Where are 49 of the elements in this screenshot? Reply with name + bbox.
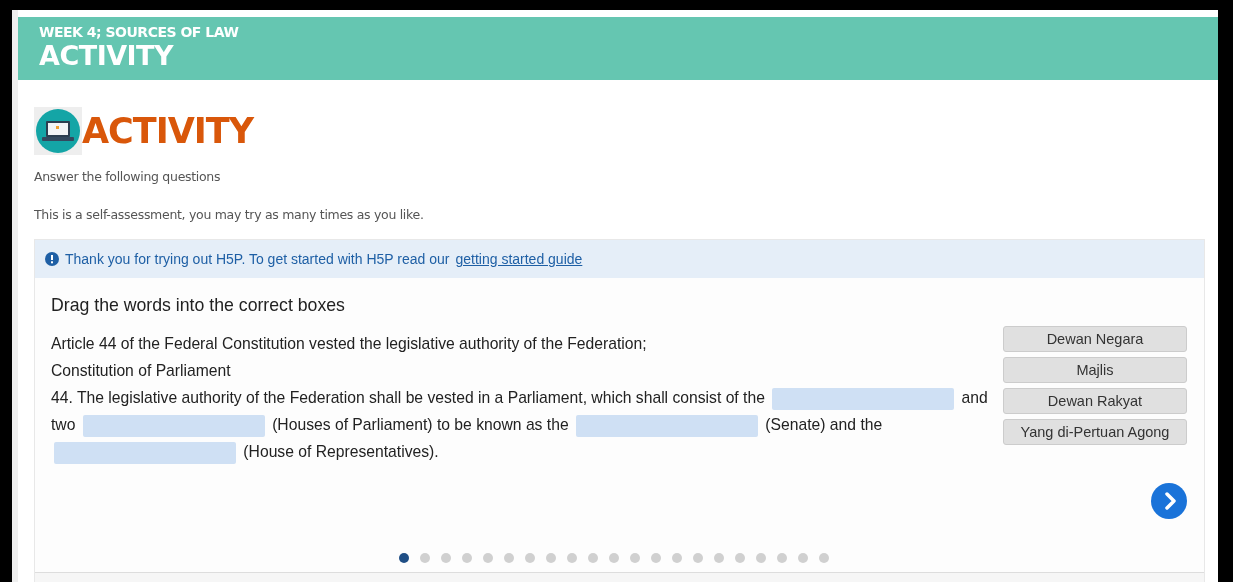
page-dot[interactable] [798,553,808,563]
page-dot[interactable] [819,553,829,563]
header-title: ACTIVITY [39,40,175,72]
drop-zone[interactable] [772,387,955,410]
laptop-icon [34,107,82,155]
page-dot[interactable] [630,553,640,563]
draggable-word[interactable]: Yang di-Pertuan Agong [1003,419,1187,445]
page-dot[interactable] [714,553,724,563]
intro-text: This is a self-assessment, you may try as many times as you like. [34,207,425,223]
draggable-word[interactable]: Majlis [1003,357,1187,383]
drop-zone[interactable] [576,414,758,437]
sentence-text: two [51,416,76,433]
page-dot[interactable] [609,553,619,563]
page-dot[interactable] [525,553,535,563]
page-dot[interactable] [399,553,409,563]
next-button[interactable] [1151,483,1187,519]
page-dot[interactable] [420,553,430,563]
page-dot[interactable] [567,553,577,563]
page-dot[interactable] [756,553,766,563]
sentence-text: Constitution of Parliament [51,362,231,379]
page-dot[interactable] [546,553,556,563]
guide-link[interactable]: getting started guide [455,251,583,267]
page-dot[interactable] [504,553,514,563]
sentence-text: (House of Representatives). [243,443,439,460]
page-dot[interactable] [441,553,451,563]
task-instruction: Drag the words into the correct boxes [51,295,346,316]
page-dot[interactable] [693,553,703,563]
draggable-word[interactable]: Dewan Rakyat [1003,388,1187,414]
page-dot[interactable] [483,553,493,563]
info-icon [45,252,59,266]
sentence-text: 44. The legislative authority of the Federation shall be vested in a Parliament, which shall consist of the [51,389,765,406]
sentence-text: and [961,389,988,406]
page-dot[interactable] [651,553,661,563]
notice-text: Thank you for trying out H5P. To get started with H5P read our [65,251,450,267]
header-subtitle: WEEK 4; SOURCES OF LAW [39,24,240,40]
intro-text: Answer the following questions [34,169,222,185]
sentence-text: (Senate) and the [765,416,883,433]
page-dot[interactable] [462,553,472,563]
drop-zone[interactable] [54,441,236,464]
page-dot[interactable] [672,553,682,563]
draggable-word[interactable]: Dewan Negara [1003,326,1187,352]
sentence-text: Article 44 of the Federal Constitution vested the legislative authority of the Federation; [51,335,647,352]
sentence-text: (Houses of Parliament) to be known as the [272,416,569,433]
chevron-right-icon [1164,492,1176,510]
activity-heading: ACTIVITY [82,110,253,153]
drop-zone[interactable] [82,414,265,437]
page-dot[interactable] [777,553,787,563]
page-dot[interactable] [588,553,598,563]
page-dot[interactable] [735,553,745,563]
